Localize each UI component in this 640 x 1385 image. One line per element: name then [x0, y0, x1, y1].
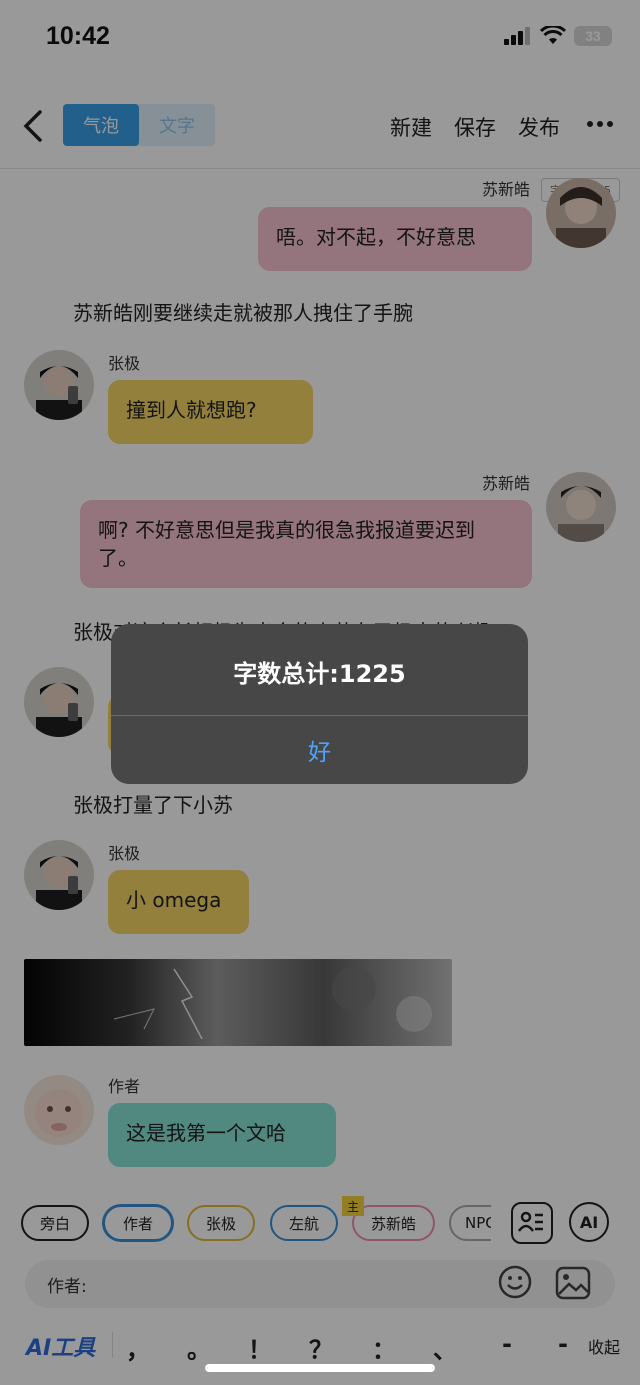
dialog-ok-button[interactable]: 好	[111, 716, 528, 784]
dialog-title: 字数总计:1225	[233, 660, 406, 688]
home-indicator[interactable]	[205, 1364, 435, 1372]
alert-dialog: 字数总计:1225 好	[111, 624, 528, 784]
